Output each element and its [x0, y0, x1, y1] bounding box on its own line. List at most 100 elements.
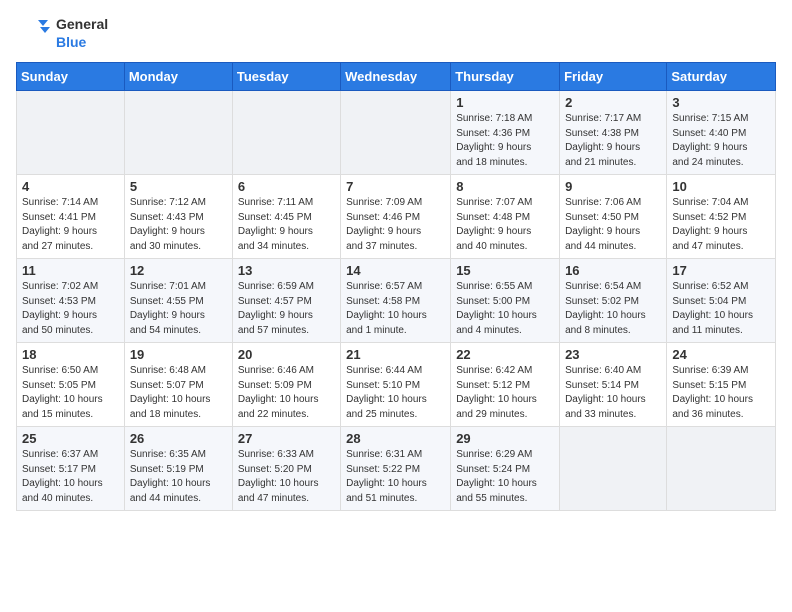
day-number: 20 — [238, 347, 335, 362]
day-number: 9 — [565, 179, 661, 194]
calendar-cell: 29 Sunrise: 6:29 AM Sunset: 5:24 PM Dayli… — [451, 427, 560, 511]
day-info: Sunrise: 7:09 AM Sunset: 4:46 PM Dayligh… — [346, 196, 445, 254]
day-info: Sunrise: 7:15 AM Sunset: 4:40 PM Dayligh… — [672, 112, 770, 170]
calendar-cell — [232, 91, 340, 175]
calendar-cell: 11 Sunrise: 7:02 AM Sunset: 4:53 PM Dayli… — [17, 259, 125, 343]
day-number: 24 — [672, 347, 770, 362]
day-number: 12 — [130, 263, 227, 278]
day-info: Sunrise: 6:31 AM Sunset: 5:22 PM Dayligh… — [346, 448, 445, 506]
calendar-week-row: 18 Sunrise: 6:50 AM Sunset: 5:05 PM Dayli… — [17, 343, 776, 427]
calendar-cell: 3 Sunrise: 7:15 AM Sunset: 4:40 PM Daylig… — [667, 91, 776, 175]
calendar-week-row: 1 Sunrise: 7:18 AM Sunset: 4:36 PM Daylig… — [17, 91, 776, 175]
day-number: 3 — [672, 95, 770, 110]
day-number: 21 — [346, 347, 445, 362]
weekday-header-friday: Friday — [560, 63, 667, 91]
weekday-header-sunday: Sunday — [17, 63, 125, 91]
day-number: 1 — [456, 95, 554, 110]
day-number: 28 — [346, 431, 445, 446]
day-number: 6 — [238, 179, 335, 194]
day-info: Sunrise: 6:35 AM Sunset: 5:19 PM Dayligh… — [130, 448, 227, 506]
calendar-cell: 25 Sunrise: 6:37 AM Sunset: 5:17 PM Dayli… — [17, 427, 125, 511]
day-info: Sunrise: 6:55 AM Sunset: 5:00 PM Dayligh… — [456, 280, 554, 338]
header: General Blue — [16, 16, 776, 52]
day-info: Sunrise: 7:12 AM Sunset: 4:43 PM Dayligh… — [130, 196, 227, 254]
calendar-cell: 22 Sunrise: 6:42 AM Sunset: 5:12 PM Dayli… — [451, 343, 560, 427]
day-info: Sunrise: 7:04 AM Sunset: 4:52 PM Dayligh… — [672, 196, 770, 254]
day-info: Sunrise: 6:50 AM Sunset: 5:05 PM Dayligh… — [22, 364, 119, 422]
day-number: 7 — [346, 179, 445, 194]
logo-general-text: General — [56, 16, 108, 32]
calendar-cell — [341, 91, 451, 175]
calendar-cell: 1 Sunrise: 7:18 AM Sunset: 4:36 PM Daylig… — [451, 91, 560, 175]
day-info: Sunrise: 7:18 AM Sunset: 4:36 PM Dayligh… — [456, 112, 554, 170]
calendar-cell: 19 Sunrise: 6:48 AM Sunset: 5:07 PM Dayli… — [124, 343, 232, 427]
day-info: Sunrise: 7:14 AM Sunset: 4:41 PM Dayligh… — [22, 196, 119, 254]
calendar-cell: 18 Sunrise: 6:50 AM Sunset: 5:05 PM Dayli… — [17, 343, 125, 427]
day-info: Sunrise: 6:33 AM Sunset: 5:20 PM Dayligh… — [238, 448, 335, 506]
logo-svg — [16, 16, 52, 52]
calendar-cell — [17, 91, 125, 175]
day-number: 19 — [130, 347, 227, 362]
weekday-header-row: SundayMondayTuesdayWednesdayThursdayFrid… — [17, 63, 776, 91]
calendar-cell: 5 Sunrise: 7:12 AM Sunset: 4:43 PM Daylig… — [124, 175, 232, 259]
calendar-cell: 15Sunrise: 6:55 AM Sunset: 5:00 PM Dayli… — [451, 259, 560, 343]
day-info: Sunrise: 6:57 AM Sunset: 4:58 PM Dayligh… — [346, 280, 445, 338]
logo: General Blue — [16, 16, 108, 52]
calendar-cell: 6Sunrise: 7:11 AM Sunset: 4:45 PM Daylig… — [232, 175, 340, 259]
calendar-cell: 4 Sunrise: 7:14 AM Sunset: 4:41 PM Daylig… — [17, 175, 125, 259]
calendar-cell: 12 Sunrise: 7:01 AM Sunset: 4:55 PM Dayli… — [124, 259, 232, 343]
calendar-cell: 27 Sunrise: 6:33 AM Sunset: 5:20 PM Dayli… — [232, 427, 340, 511]
day-number: 22 — [456, 347, 554, 362]
day-number: 18 — [22, 347, 119, 362]
logo-blue-text: Blue — [56, 34, 86, 50]
day-info: Sunrise: 7:17 AM Sunset: 4:38 PM Dayligh… — [565, 112, 661, 170]
calendar-cell: 23Sunrise: 6:40 AM Sunset: 5:14 PM Dayli… — [560, 343, 667, 427]
calendar-cell: 17 Sunrise: 6:52 AM Sunset: 5:04 PM Dayli… — [667, 259, 776, 343]
weekday-header-thursday: Thursday — [451, 63, 560, 91]
day-number: 16 — [565, 263, 661, 278]
calendar-cell: 21 Sunrise: 6:44 AM Sunset: 5:10 PM Dayli… — [341, 343, 451, 427]
calendar-cell: 16 Sunrise: 6:54 AM Sunset: 5:02 PM Dayli… — [560, 259, 667, 343]
calendar-cell: 26 Sunrise: 6:35 AM Sunset: 5:19 PM Dayli… — [124, 427, 232, 511]
weekday-header-saturday: Saturday — [667, 63, 776, 91]
day-number: 27 — [238, 431, 335, 446]
day-info: Sunrise: 6:54 AM Sunset: 5:02 PM Dayligh… — [565, 280, 661, 338]
calendar-cell: 24 Sunrise: 6:39 AM Sunset: 5:15 PM Dayli… — [667, 343, 776, 427]
day-info: Sunrise: 6:42 AM Sunset: 5:12 PM Dayligh… — [456, 364, 554, 422]
calendar-cell — [560, 427, 667, 511]
day-number: 10 — [672, 179, 770, 194]
calendar-cell: 8 Sunrise: 7:07 AM Sunset: 4:48 PM Daylig… — [451, 175, 560, 259]
day-info: Sunrise: 6:52 AM Sunset: 5:04 PM Dayligh… — [672, 280, 770, 338]
day-number: 26 — [130, 431, 227, 446]
day-number: 4 — [22, 179, 119, 194]
day-number: 14 — [346, 263, 445, 278]
calendar-cell: 14 Sunrise: 6:57 AM Sunset: 4:58 PM Dayli… — [341, 259, 451, 343]
day-info: Sunrise: 6:44 AM Sunset: 5:10 PM Dayligh… — [346, 364, 445, 422]
calendar-table: SundayMondayTuesdayWednesdayThursdayFrid… — [16, 62, 776, 511]
day-info: Sunrise: 6:46 AM Sunset: 5:09 PM Dayligh… — [238, 364, 335, 422]
day-number: 5 — [130, 179, 227, 194]
calendar-cell: 10 Sunrise: 7:04 AM Sunset: 4:52 PM Dayli… — [667, 175, 776, 259]
day-info: Sunrise: 6:48 AM Sunset: 5:07 PM Dayligh… — [130, 364, 227, 422]
day-number: 17 — [672, 263, 770, 278]
calendar-cell: 2Sunrise: 7:17 AM Sunset: 4:38 PM Daylig… — [560, 91, 667, 175]
day-info: Sunrise: 6:39 AM Sunset: 5:15 PM Dayligh… — [672, 364, 770, 422]
day-info: Sunrise: 6:40 AM Sunset: 5:14 PM Dayligh… — [565, 364, 661, 422]
day-number: 8 — [456, 179, 554, 194]
day-info: Sunrise: 7:07 AM Sunset: 4:48 PM Dayligh… — [456, 196, 554, 254]
day-number: 29 — [456, 431, 554, 446]
weekday-header-tuesday: Tuesday — [232, 63, 340, 91]
day-info: Sunrise: 6:59 AM Sunset: 4:57 PM Dayligh… — [238, 280, 335, 338]
day-number: 13 — [238, 263, 335, 278]
day-info: Sunrise: 6:29 AM Sunset: 5:24 PM Dayligh… — [456, 448, 554, 506]
day-info: Sunrise: 7:01 AM Sunset: 4:55 PM Dayligh… — [130, 280, 227, 338]
day-number: 11 — [22, 263, 119, 278]
calendar-cell: 13 Sunrise: 6:59 AM Sunset: 4:57 PM Dayli… — [232, 259, 340, 343]
calendar-cell: 7 Sunrise: 7:09 AM Sunset: 4:46 PM Daylig… — [341, 175, 451, 259]
calendar-cell: 20 Sunrise: 6:46 AM Sunset: 5:09 PM Dayli… — [232, 343, 340, 427]
day-info: Sunrise: 6:37 AM Sunset: 5:17 PM Dayligh… — [22, 448, 119, 506]
day-info: Sunrise: 7:06 AM Sunset: 4:50 PM Dayligh… — [565, 196, 661, 254]
calendar-cell: 9 Sunrise: 7:06 AM Sunset: 4:50 PM Daylig… — [560, 175, 667, 259]
day-number: 25 — [22, 431, 119, 446]
day-info: Sunrise: 7:02 AM Sunset: 4:53 PM Dayligh… — [22, 280, 119, 338]
